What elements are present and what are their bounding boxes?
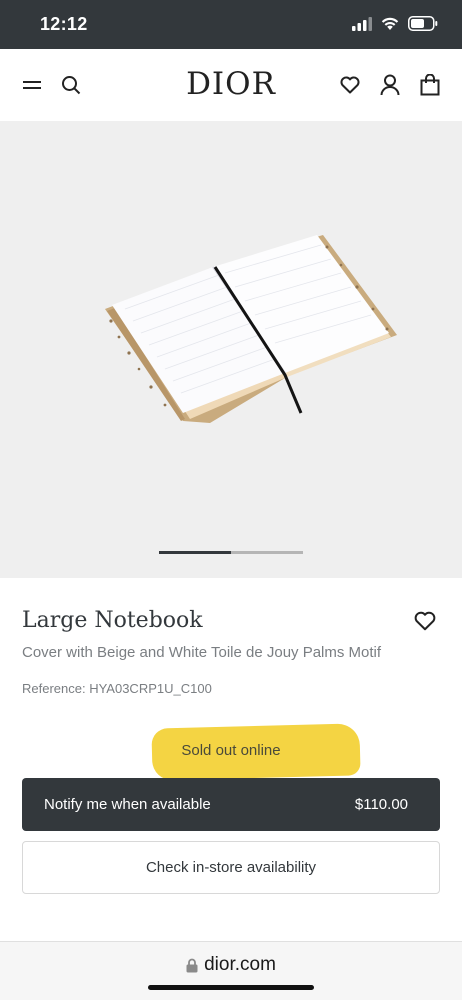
account-button[interactable] (376, 71, 404, 99)
wishlist-button[interactable] (336, 71, 364, 99)
product-gallery[interactable] (0, 121, 462, 578)
product-price: $110.00 (354, 796, 408, 813)
bag-icon (420, 74, 440, 96)
availability-status: Sold out online (181, 742, 281, 759)
add-to-wishlist-button[interactable] (414, 611, 438, 635)
store-availability-label: Check in-store availability (145, 859, 317, 876)
account-icon (380, 74, 400, 96)
browser-url-bar: dior.com (0, 941, 462, 1000)
wifi-icon (381, 17, 399, 30)
bag-button[interactable] (416, 71, 444, 99)
notebook-image[interactable] (95, 225, 405, 425)
notify-me-button[interactable]: Notify me when available $110.00 (22, 778, 440, 831)
screen: 12:12 DIOR Large Notebook Cover with Bei… (0, 0, 462, 1000)
status-time: 12:12 (40, 14, 88, 34)
gallery-progress-bar[interactable] (159, 551, 303, 554)
url-text: dior.com (204, 954, 276, 975)
product-title: Large Notebook (22, 608, 203, 633)
check-store-availability-button[interactable]: Check in-store availability (22, 841, 440, 894)
notify-label: Notify me when available (44, 796, 211, 813)
site-header: DIOR (0, 49, 462, 121)
signal-icon (352, 16, 372, 31)
heart-icon (340, 76, 360, 94)
lock-icon (186, 958, 198, 972)
status-bar: 12:12 (0, 0, 462, 49)
address-field[interactable]: dior.com (0, 954, 462, 976)
product-reference: Reference: HYA03CRP1U_C100 (22, 681, 212, 696)
gallery-progress-fill (159, 551, 231, 554)
home-indicator[interactable] (148, 985, 314, 990)
status-icons (352, 16, 438, 31)
battery-icon (408, 16, 438, 31)
product-subtitle: Cover with Beige and White Toile de Jouy… (22, 644, 382, 661)
heart-icon (414, 611, 436, 631)
